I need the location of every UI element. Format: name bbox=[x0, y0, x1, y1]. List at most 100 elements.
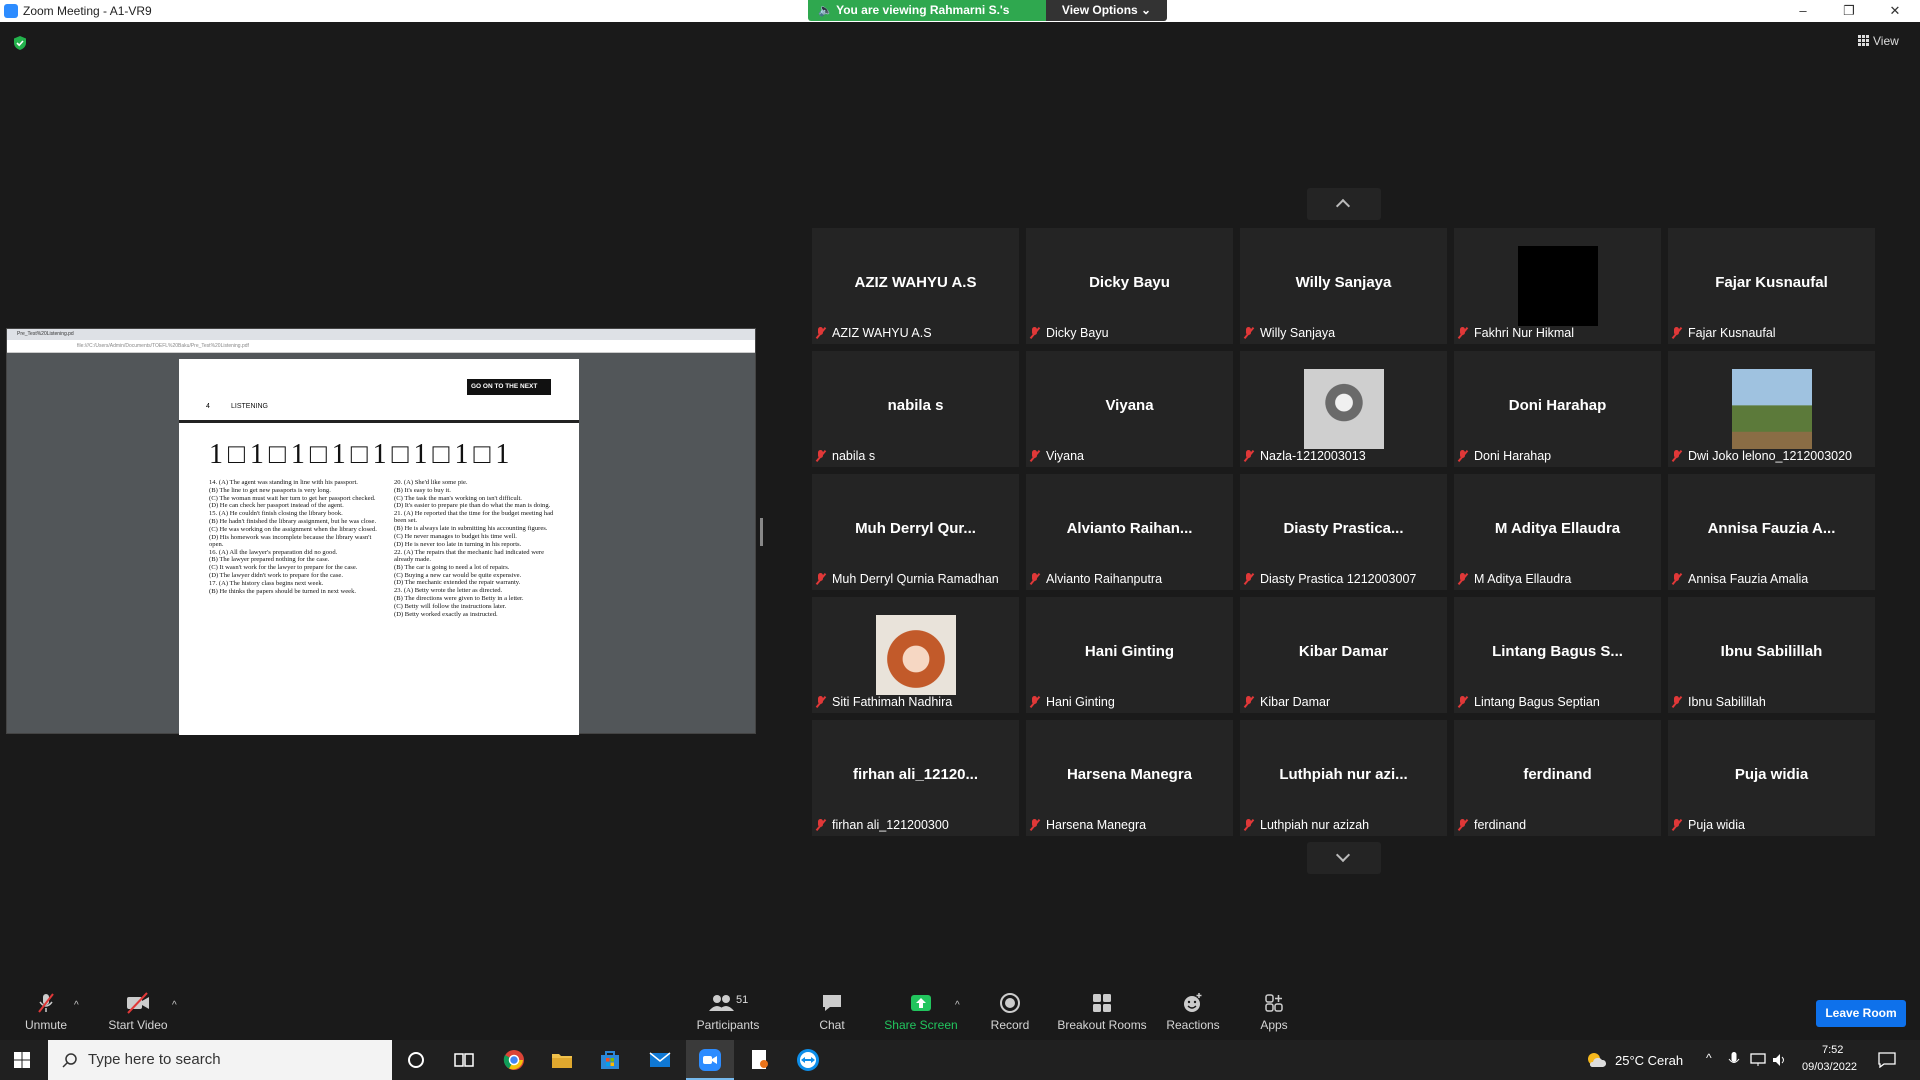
viewing-screen-banner: 🔈 You are viewing Rahmarni S.'s screen bbox=[808, 0, 1046, 38]
participant-name: Ibnu Sabilillah bbox=[1688, 695, 1766, 709]
participant-tile[interactable]: Siti Fathimah Nadhira bbox=[812, 597, 1019, 713]
taskbar-zoom-active[interactable] bbox=[686, 1040, 734, 1080]
taskbar-search-input[interactable]: Type here to search bbox=[48, 1040, 392, 1080]
participant-tile[interactable]: Luthpiah nur azi... Luthpiah nur azizah bbox=[1240, 720, 1447, 836]
chat-button[interactable]: Chat bbox=[806, 980, 858, 1040]
muted-microphone-icon bbox=[1244, 819, 1253, 831]
participant-tile[interactable]: AZIZ WAHYU A.S AZIZ WAHYU A.S bbox=[812, 228, 1019, 344]
record-button[interactable]: Record bbox=[986, 980, 1034, 1040]
gallery-page-up-button[interactable] bbox=[1307, 188, 1381, 220]
teamviewer-icon[interactable] bbox=[796, 1048, 820, 1072]
participant-display-name: nabila s bbox=[887, 397, 944, 414]
participant-display-name: Dicky Bayu bbox=[1089, 274, 1170, 291]
microphone-tray-icon[interactable] bbox=[1728, 1052, 1740, 1068]
chrome-icon[interactable] bbox=[502, 1048, 526, 1072]
participant-name-label: Puja widia bbox=[1672, 818, 1745, 832]
muted-microphone-icon bbox=[1672, 327, 1681, 339]
pdf-answer-option: (C) The woman must wait her turn to get … bbox=[209, 494, 376, 502]
gallery-view-button[interactable]: View bbox=[1858, 34, 1899, 48]
video-options-caret[interactable]: ^ bbox=[172, 1000, 177, 1011]
document-user-icon[interactable] bbox=[748, 1048, 772, 1072]
participant-display-name: Willy Sanjaya bbox=[1295, 274, 1392, 291]
pdf-answer-option: (B) The car is going to need a lot of re… bbox=[394, 563, 510, 571]
participant-tile[interactable]: firhan ali_12120... firhan ali_121200300 bbox=[812, 720, 1019, 836]
muted-microphone-icon bbox=[1244, 696, 1253, 708]
chevron-up-icon bbox=[1335, 198, 1351, 214]
participant-tile[interactable]: Lintang Bagus S... Lintang Bagus Septian bbox=[1454, 597, 1661, 713]
audio-options-caret[interactable]: ^ bbox=[74, 1000, 79, 1011]
participant-name: ferdinand bbox=[1474, 818, 1527, 832]
share-screen-button[interactable]: Share Screen bbox=[884, 980, 958, 1040]
participant-name-label: Nazla-1212003013 bbox=[1244, 449, 1366, 463]
minimize-icon[interactable]: – bbox=[1780, 0, 1826, 22]
search-icon bbox=[62, 1053, 77, 1068]
view-options-button[interactable]: View Options ⌄ bbox=[1046, 0, 1167, 21]
participant-name-label: Ibnu Sabilillah bbox=[1672, 695, 1766, 709]
breakout-rooms-button[interactable]: Breakout Rooms bbox=[1056, 980, 1148, 1040]
participant-tile[interactable]: Alvianto Raihan... Alvianto Raihanputra bbox=[1026, 474, 1233, 590]
pdf-answer-option: (C) He was working on the assignment whe… bbox=[209, 525, 377, 533]
weather-text[interactable]: 25°C Cerah bbox=[1615, 1053, 1683, 1068]
encryption-shield-icon[interactable] bbox=[12, 35, 28, 51]
share-screen-icon bbox=[911, 995, 931, 1011]
participant-profile-picture bbox=[1304, 369, 1384, 449]
reactions-button[interactable]: Reactions bbox=[1162, 980, 1224, 1040]
muted-microphone-icon bbox=[1672, 696, 1681, 708]
leave-room-button[interactable]: Leave Room bbox=[1816, 1000, 1906, 1027]
microphone-muted-icon bbox=[38, 993, 54, 1013]
pdf-answer-option: (D) It's easier to prepare pie than do w… bbox=[394, 502, 551, 510]
participant-tile[interactable]: Willy Sanjaya Willy Sanjaya bbox=[1240, 228, 1447, 344]
task-view-icon[interactable] bbox=[452, 1048, 476, 1072]
pdf-answer-option: (B) The line to get new passports is ver… bbox=[209, 486, 331, 494]
participant-tile[interactable]: Hani Ginting Hani Ginting bbox=[1026, 597, 1233, 713]
unmute-button[interactable]: Unmute bbox=[18, 980, 74, 1040]
participant-tile[interactable]: Doni Harahap Doni Harahap bbox=[1454, 351, 1661, 467]
participant-tile[interactable]: Harsena Manegra Harsena Manegra bbox=[1026, 720, 1233, 836]
apps-button[interactable]: Apps bbox=[1252, 980, 1296, 1040]
participant-display-name: ferdinand bbox=[1523, 766, 1592, 783]
participant-tile[interactable]: Nazla-1212003013 bbox=[1240, 351, 1447, 467]
participant-tile[interactable]: Annisa Fauzia A... Annisa Fauzia Amalia bbox=[1668, 474, 1875, 590]
shared-screen: Pre_Test%20Listening.pd file:///C:/Users… bbox=[6, 328, 756, 735]
participant-tile[interactable]: Viyana Viyana bbox=[1026, 351, 1233, 467]
participant-tile[interactable]: nabila s nabila s bbox=[812, 351, 1019, 467]
clock-date[interactable]: 09/03/2022 bbox=[1802, 1061, 1857, 1073]
participant-tile[interactable]: ferdinand ferdinand bbox=[1454, 720, 1661, 836]
tray-overflow-caret[interactable]: ^ bbox=[1706, 1051, 1712, 1065]
start-video-button[interactable]: Start Video bbox=[104, 980, 172, 1040]
muted-microphone-icon bbox=[1458, 327, 1467, 339]
file-explorer-icon[interactable] bbox=[550, 1048, 574, 1072]
participant-tile[interactable]: Dicky Bayu Dicky Bayu bbox=[1026, 228, 1233, 344]
participant-tile[interactable]: Puja widia Puja widia bbox=[1668, 720, 1875, 836]
participant-name: Muh Derryl Qurnia Ramadhan bbox=[832, 572, 999, 586]
participant-tile[interactable]: Fajar Kusnaufal Fajar Kusnaufal bbox=[1668, 228, 1875, 344]
volume-icon[interactable] bbox=[1772, 1052, 1788, 1068]
pdf-answer-option: (B) The lawyer prepared nothing for the … bbox=[209, 556, 330, 564]
participant-tile[interactable]: Muh Derryl Qur... Muh Derryl Qurnia Ramad… bbox=[812, 474, 1019, 590]
weather-cloud-sun-icon[interactable] bbox=[1586, 1051, 1606, 1069]
close-icon[interactable]: ✕ bbox=[1872, 0, 1918, 22]
clock-time[interactable]: 7:52 bbox=[1822, 1044, 1843, 1056]
windows-start-icon[interactable] bbox=[14, 1052, 30, 1068]
restore-icon[interactable]: ❐ bbox=[1826, 0, 1872, 22]
gallery-page-down-button[interactable] bbox=[1307, 842, 1381, 874]
participants-button[interactable]: 51 Participants bbox=[692, 980, 764, 1040]
share-options-caret[interactable]: ^ bbox=[955, 1000, 960, 1011]
participant-tile[interactable]: Dwi Joko lelono_1212003020 bbox=[1668, 351, 1875, 467]
muted-microphone-icon bbox=[1030, 573, 1039, 585]
pdf-question-column-right: 20. (A) She'd like some pie. (B) It's eas… bbox=[394, 479, 564, 618]
participant-tile[interactable]: Ibnu Sabilillah Ibnu Sabilillah bbox=[1668, 597, 1875, 713]
participant-tile[interactable]: Diasty Prastica... Diasty Prastica 121200… bbox=[1240, 474, 1447, 590]
participant-name-label: Luthpiah nur azizah bbox=[1244, 818, 1369, 832]
participant-name-label: Kibar Damar bbox=[1244, 695, 1330, 709]
mail-icon[interactable] bbox=[648, 1048, 672, 1072]
microsoft-store-icon[interactable] bbox=[598, 1048, 622, 1072]
network-icon[interactable] bbox=[1750, 1052, 1766, 1068]
notification-center-icon[interactable] bbox=[1878, 1052, 1896, 1068]
participant-tile[interactable]: Kibar Damar Kibar Damar bbox=[1240, 597, 1447, 713]
participant-tile[interactable]: M Aditya Ellaudra M Aditya Ellaudra bbox=[1454, 474, 1661, 590]
cortana-icon[interactable] bbox=[404, 1048, 428, 1072]
participant-profile-picture bbox=[1732, 369, 1812, 449]
participant-tile[interactable]: Fakhri Nur Hikmal bbox=[1454, 228, 1661, 344]
share-splitter-handle[interactable] bbox=[760, 518, 763, 546]
